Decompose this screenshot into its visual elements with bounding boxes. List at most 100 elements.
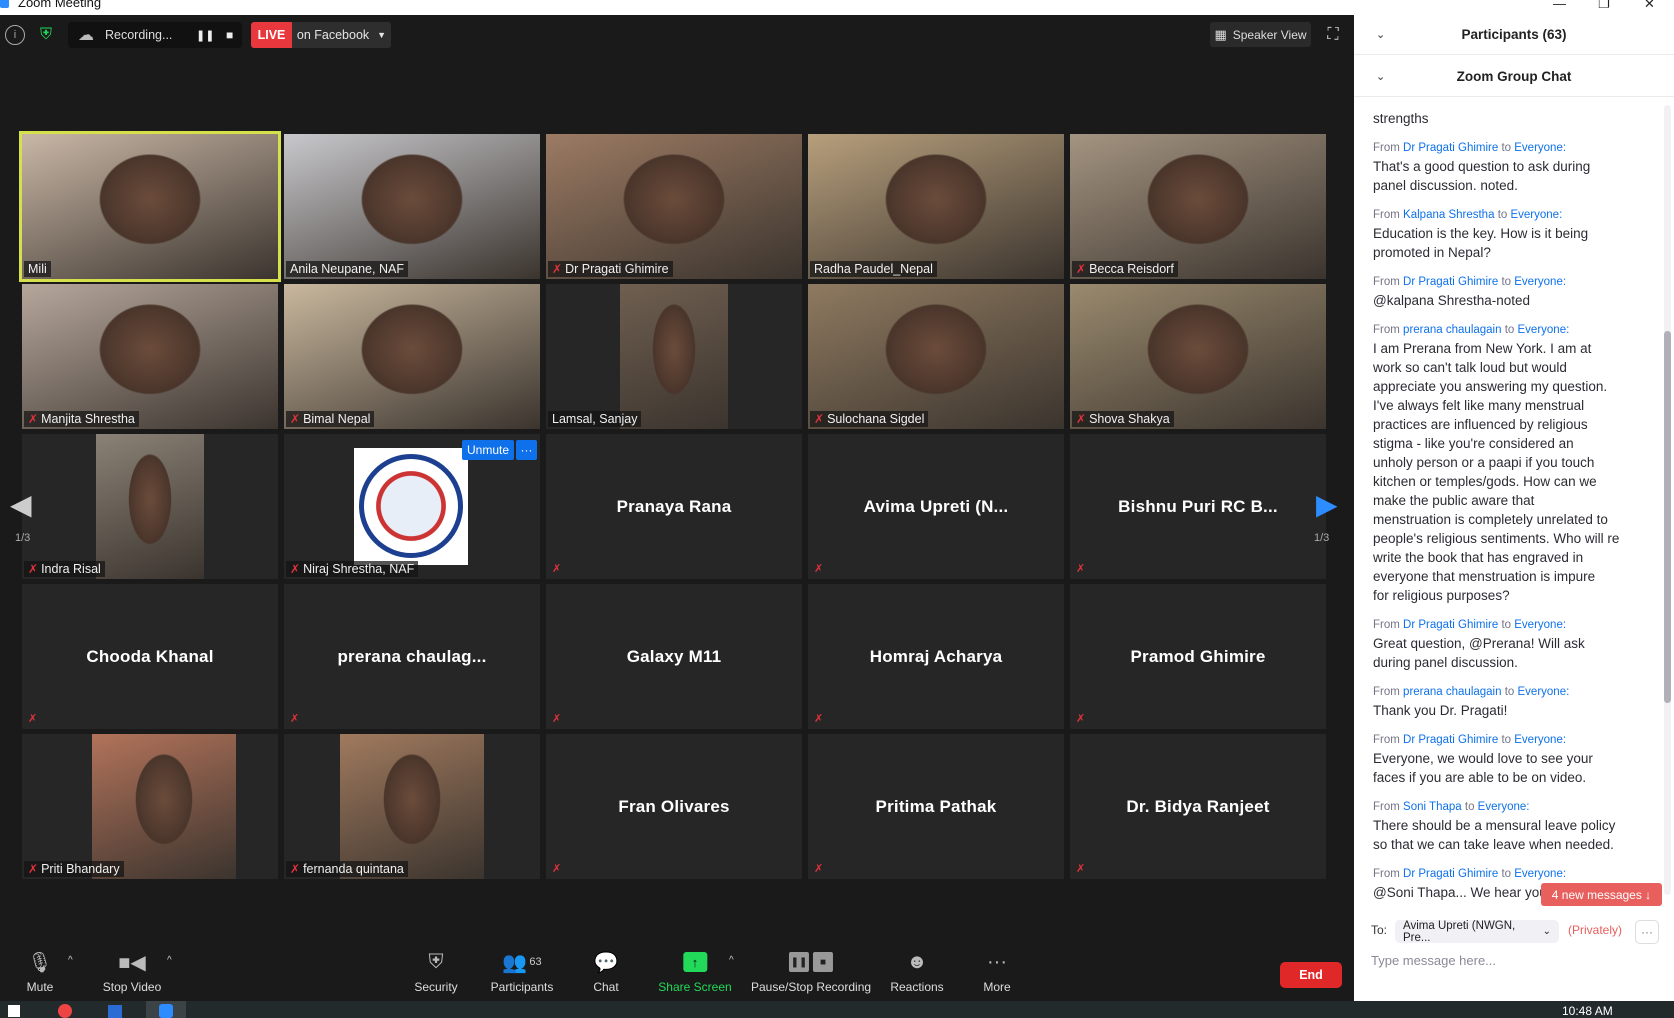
sender-name[interactable]: Dr Pragati Ghimire — [1403, 868, 1498, 880]
participant-tile[interactable]: Chooda Khanal ✗ — [22, 584, 278, 729]
participant-video — [1070, 134, 1326, 279]
recipient-name: Everyone: — [1514, 868, 1567, 880]
audio-options-caret[interactable]: ^ — [68, 955, 73, 966]
recipient-name: Everyone: — [1514, 276, 1567, 288]
from-word: From — [1373, 142, 1400, 154]
recipient-name: Everyone: — [1514, 142, 1567, 154]
participant-video — [92, 734, 236, 879]
sender-name[interactable]: Dr Pragati Ghimire — [1403, 142, 1498, 154]
share-options-caret[interactable]: ^ — [729, 955, 734, 966]
reactions-button[interactable]: ☻ Reactions — [890, 948, 943, 995]
muted-microphone-icon: ✗ — [290, 862, 301, 876]
from-word: From — [1373, 619, 1400, 631]
chat-button[interactable]: 💬 Chat — [593, 948, 618, 995]
to-word: to — [1504, 324, 1515, 336]
chat-panel-header[interactable]: ⌄ Zoom Group Chat — [1354, 57, 1674, 97]
participant-tile[interactable]: Lamsal, Sanjay — [546, 284, 802, 429]
participant-tile[interactable]: ✗ fernanda quintana — [284, 734, 540, 879]
sender-name[interactable]: Dr Pragati Ghimire — [1403, 619, 1498, 631]
video-options-caret[interactable]: ^ — [167, 955, 172, 966]
mute-button[interactable]: 🎙 Mute — [27, 948, 54, 995]
participant-tile[interactable]: Radha Paudel_Nepal — [808, 134, 1064, 279]
fullscreen-icon[interactable]: ⛶ — [1322, 24, 1344, 46]
pause-recording-button[interactable]: ❚❚ — [196, 29, 214, 42]
participant-video — [808, 134, 1064, 279]
sender-name[interactable]: Soni Thapa — [1403, 801, 1462, 813]
chat-more-button[interactable]: ··· — [1635, 920, 1659, 944]
stop-video-button[interactable]: ■◀ Stop Video — [103, 948, 162, 995]
participant-name: Manjita Shrestha — [41, 412, 135, 426]
from-word: From — [1373, 868, 1400, 880]
participant-tile[interactable]: ✗ Priti Bhandary — [22, 734, 278, 879]
more-label: More — [983, 980, 1011, 994]
windows-start-icon[interactable] — [8, 1005, 20, 1017]
close-icon[interactable]: ✕ — [1644, 0, 1655, 12]
participant-tile[interactable]: ✗ Dr Pragati Ghimire — [546, 134, 802, 279]
minimize-icon[interactable]: — — [1553, 0, 1566, 11]
participant-video — [96, 434, 204, 579]
pause-stop-recording-button[interactable]: ❚❚ ■ Pause/Stop Recording — [751, 948, 871, 994]
sender-name[interactable]: Kalpana Shrestha — [1403, 209, 1494, 221]
end-meeting-button[interactable]: End — [1280, 962, 1342, 988]
chat-message-text: strengths — [1373, 111, 1429, 126]
muted-microphone-icon: ✗ — [290, 562, 301, 576]
participant-tile[interactable]: Anila Neupane, NAF — [284, 134, 540, 279]
from-word: From — [1373, 801, 1400, 813]
zoom-taskbar-button[interactable] — [146, 1001, 186, 1018]
info-icon[interactable]: i — [5, 25, 25, 45]
participant-tile[interactable]: ✗ Indra Risal — [22, 434, 278, 579]
chrome-icon[interactable] — [58, 1004, 72, 1018]
share-screen-button[interactable]: ↑ Share Screen — [658, 948, 732, 994]
recipient-name: Everyone: — [1517, 324, 1570, 336]
sender-name[interactable]: prerana chaulagain — [1403, 686, 1501, 698]
live-stream-dropdown[interactable]: on Facebook ▼ — [292, 22, 391, 48]
security-button[interactable]: ⛨ Security — [414, 948, 457, 995]
participant-tile[interactable]: Pritima Pathak ✗ — [808, 734, 1064, 879]
chat-message-header: From prerana chaulagain to Everyone: — [1373, 683, 1653, 701]
participant-tile[interactable]: Mili — [19, 131, 281, 282]
more-button[interactable]: ··· More — [983, 948, 1011, 995]
next-page-arrow-icon[interactable]: ▶ — [1316, 488, 1338, 521]
participant-tile[interactable]: ✗ Becca Reisdorf — [1070, 134, 1326, 279]
participant-tile[interactable]: ✗ Sulochana Sigdel — [808, 284, 1064, 429]
restore-icon[interactable]: ❐ — [1598, 0, 1610, 12]
participant-tile[interactable]: Avima Upreti (N... ✗ — [808, 434, 1064, 579]
word-icon[interactable] — [108, 1005, 122, 1018]
chat-message-header: From Dr Pragati Ghimire to Everyone: — [1373, 616, 1653, 634]
participant-tile[interactable]: ✗ Shova Shakya — [1070, 284, 1326, 429]
recipient-dropdown[interactable]: Avima Upreti (NWGN, Pre... ⌄ — [1395, 920, 1559, 944]
chat-scrollbar-thumb[interactable] — [1664, 331, 1671, 703]
to-word: to — [1464, 801, 1475, 813]
speaker-view-button[interactable]: ▦ Speaker View — [1210, 22, 1311, 47]
chat-message-input[interactable] — [1371, 950, 1651, 970]
participant-tile[interactable]: Galaxy M11 ✗ — [546, 584, 802, 729]
sender-name[interactable]: prerana chaulagain — [1403, 324, 1501, 336]
new-messages-button[interactable]: 4 new messages ↓ — [1541, 883, 1662, 906]
to-word: to — [1504, 686, 1515, 698]
participant-name-display: Avima Upreti (N... — [863, 496, 1009, 516]
participant-tile[interactable]: Pranaya Rana ✗ — [546, 434, 802, 579]
participant-name-label: ✗ Niraj Shrestha, NAF — [286, 561, 419, 577]
participant-tile[interactable]: Pramod Ghimire ✗ — [1070, 584, 1326, 729]
stop-recording-button[interactable]: ■ — [226, 28, 233, 42]
participants-button[interactable]: 👥 63 Participants — [491, 948, 554, 995]
participant-name-display: Chooda Khanal — [86, 646, 214, 666]
participant-tile[interactable]: ✗ Bimal Nepal — [284, 284, 540, 429]
unmute-participant-button[interactable]: Unmute — [462, 440, 514, 460]
sender-name[interactable]: Dr Pragati Ghimire — [1403, 276, 1498, 288]
participant-tile[interactable]: Dr. Bidya Ranjeet ✗ — [1070, 734, 1326, 879]
chat-message-text: Education is the key. How is it being pr… — [1373, 226, 1589, 260]
muted-microphone-icon: ✗ — [552, 262, 563, 276]
muted-microphone-icon: ✗ — [28, 562, 39, 576]
previous-page-arrow-icon[interactable]: ◀ — [10, 488, 32, 521]
tile-more-button[interactable]: ··· — [516, 440, 537, 460]
participant-tile[interactable]: Homraj Acharya ✗ — [808, 584, 1064, 729]
sender-name[interactable]: Dr Pragati Ghimire — [1403, 734, 1498, 746]
participant-tile[interactable]: Bishnu Puri RC B... ✗ — [1070, 434, 1326, 579]
recipient-name: Everyone: — [1477, 801, 1530, 813]
participant-tile[interactable]: ✗ Manjita Shrestha — [22, 284, 278, 429]
participants-panel-header[interactable]: ⌄ Participants (63) — [1354, 15, 1674, 55]
participant-tile[interactable]: prerana chaulag... ✗ — [284, 584, 540, 729]
security-shield-icon[interactable]: ⛨ — [35, 24, 57, 46]
participant-tile[interactable]: Fran Olivares ✗ — [546, 734, 802, 879]
